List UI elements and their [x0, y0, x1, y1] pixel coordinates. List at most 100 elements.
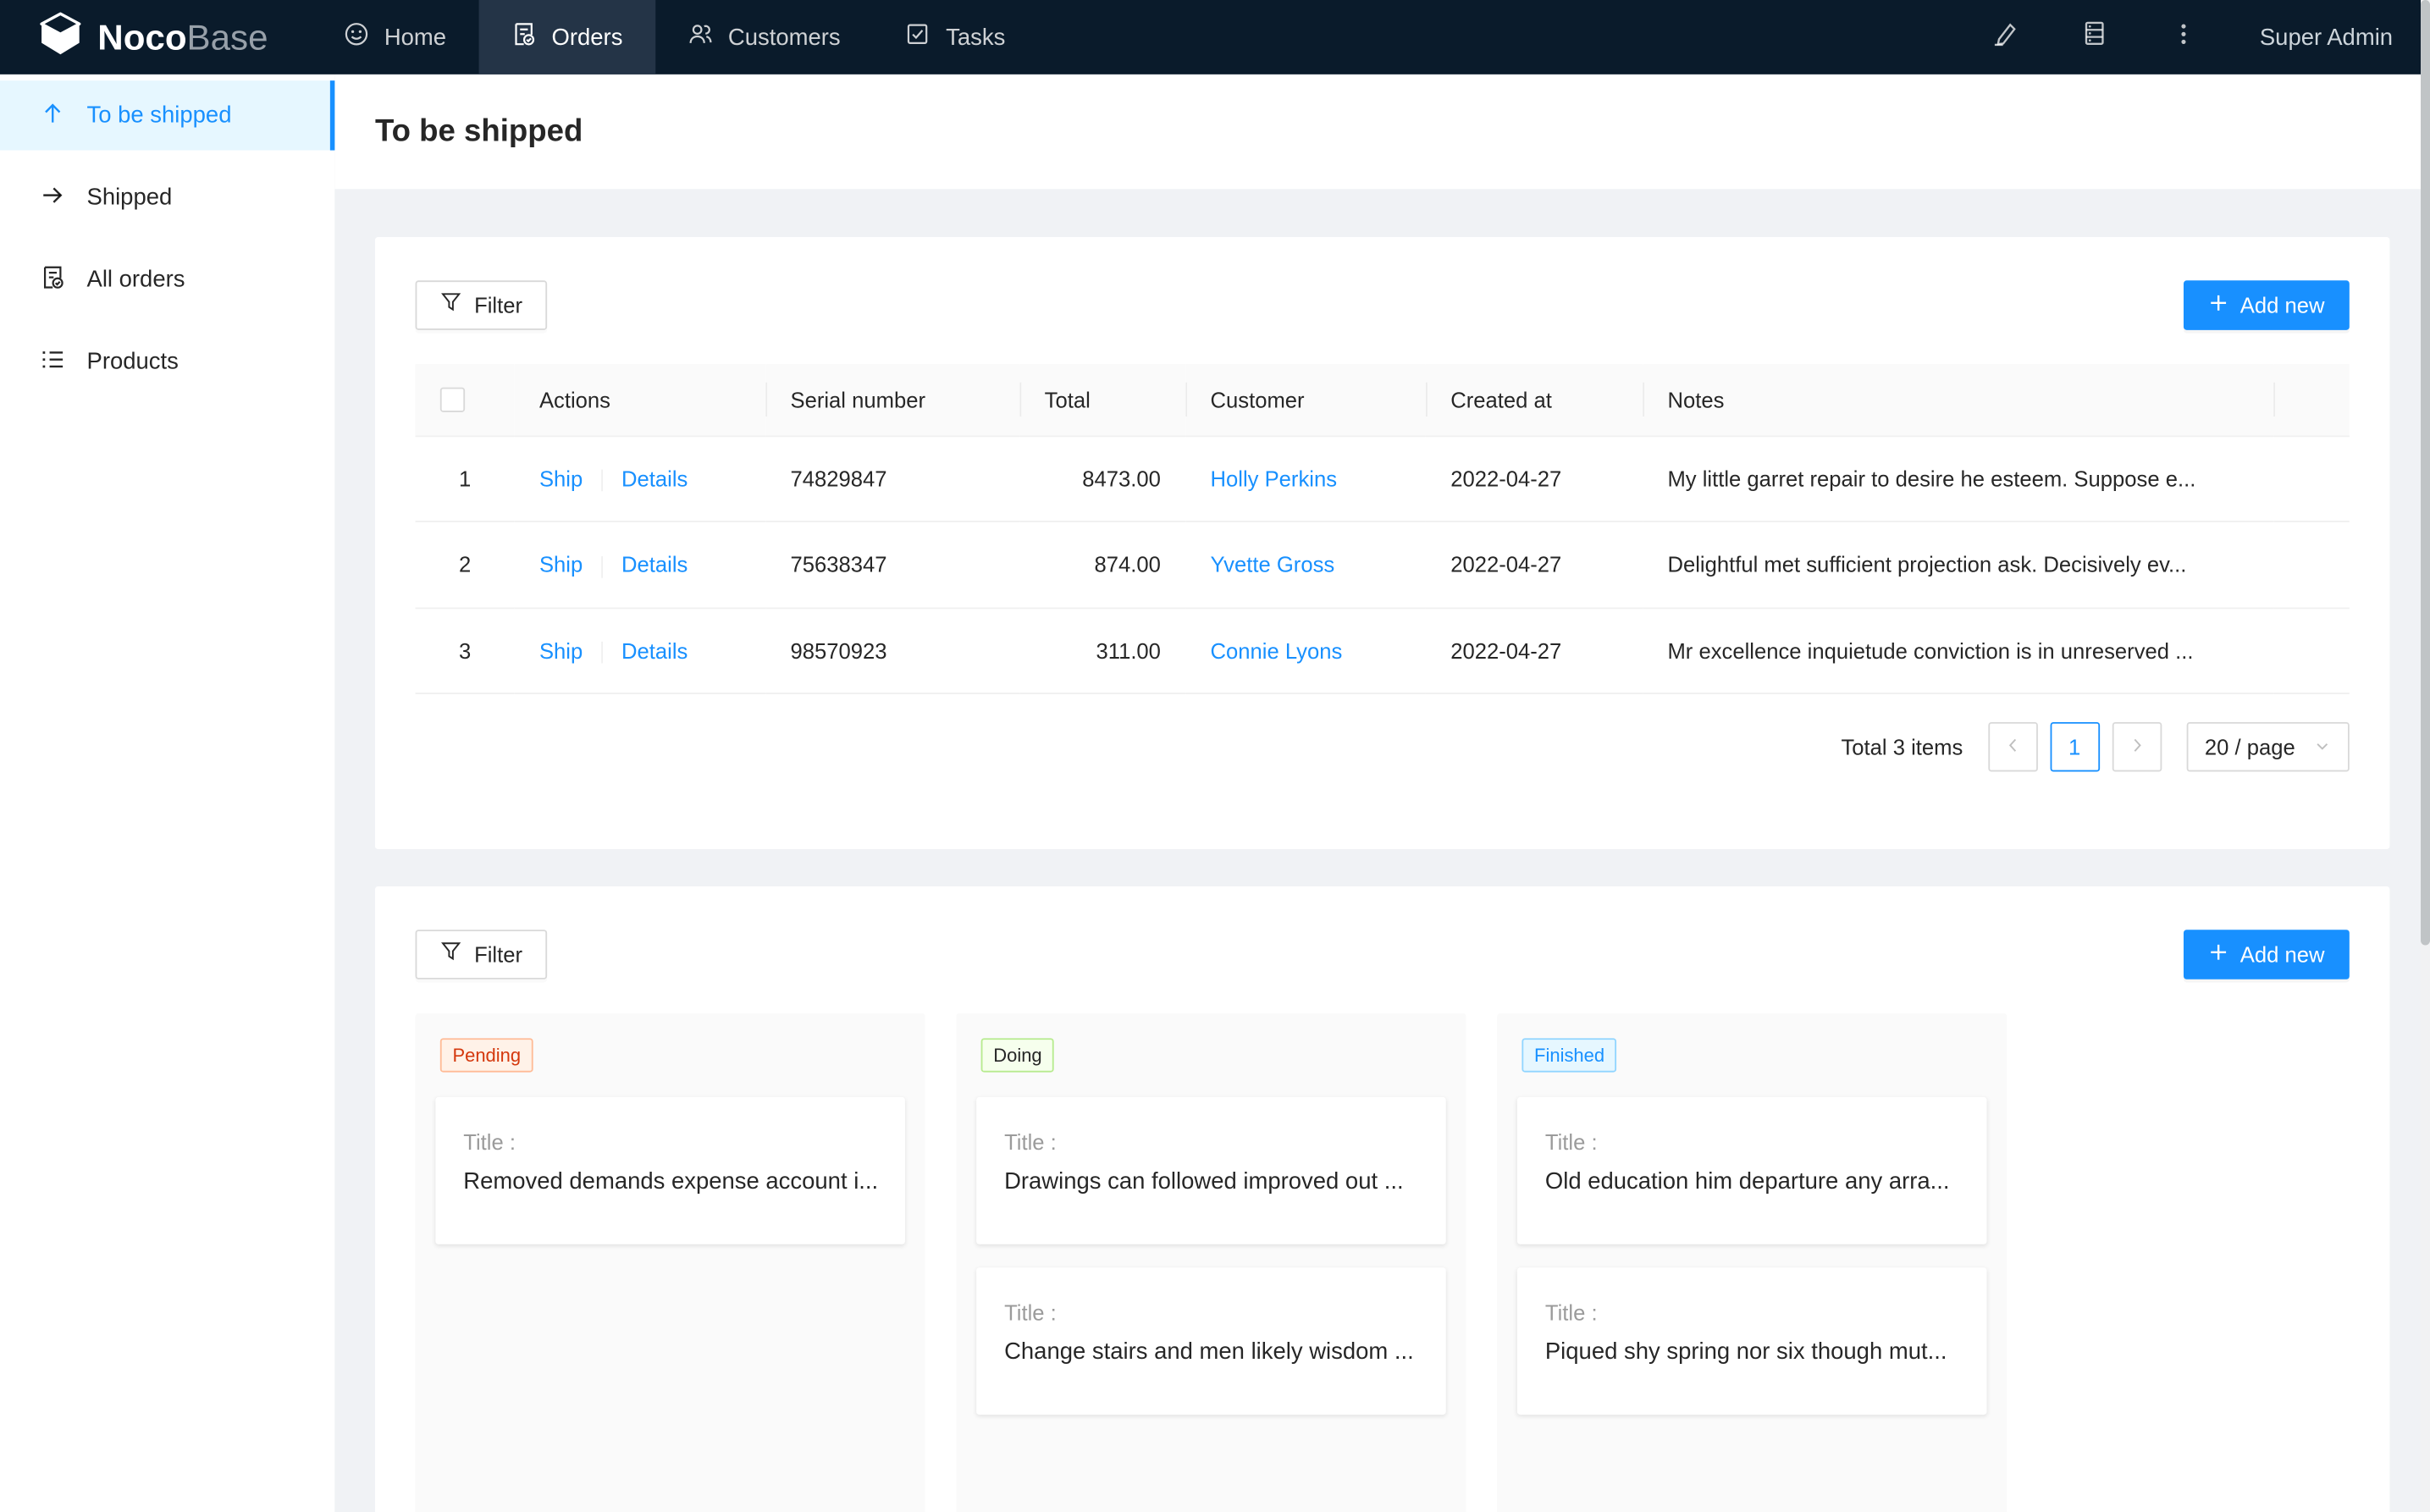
arrow-up-icon: [41, 100, 65, 131]
filter-button-label: Filter: [474, 931, 522, 978]
pagination-prev-button[interactable]: [1988, 722, 2038, 772]
serial-number-cell: 75638347: [765, 521, 1019, 607]
sidebar-item-all-orders[interactable]: All orders: [0, 245, 334, 314]
action-divider: [601, 555, 603, 577]
ship-link[interactable]: Ship: [539, 466, 583, 491]
brand-logo[interactable]: NocoBase: [37, 0, 312, 74]
top-navbar: NocoBase Home: [0, 0, 2430, 74]
table-toolbar: Filter Add new: [416, 280, 2350, 330]
add-new-button[interactable]: Add new: [2183, 280, 2350, 330]
nav-item-label: Tasks: [946, 24, 1005, 50]
highlight-icon[interactable]: [1991, 20, 2018, 54]
column-header-trailing: [2273, 364, 2350, 436]
user-menu[interactable]: Super Admin: [2260, 24, 2393, 50]
customer-link[interactable]: Holly Perkins: [1211, 466, 1338, 491]
pagination-page-1[interactable]: 1: [2050, 722, 2100, 772]
add-new-button-label: Add new: [2240, 931, 2325, 978]
filter-funnel-icon: [440, 931, 462, 978]
card-field-label: Title :: [1545, 1300, 1959, 1324]
topbar-actions: Super Admin: [1991, 0, 2393, 74]
vertical-scrollbar[interactable]: [2421, 0, 2430, 1512]
kanban-card-item[interactable]: Title : Piqued shy spring nor six though…: [1517, 1267, 1987, 1415]
page-content: Filter Add new: [334, 189, 2430, 1512]
row-actions: Ship Details: [515, 436, 766, 521]
sidebar-item-label: To be shipped: [87, 102, 232, 129]
app-window: NocoBase Home: [0, 0, 2430, 1512]
filter-button[interactable]: Filter: [416, 280, 548, 330]
ship-link[interactable]: Ship: [539, 637, 583, 662]
plus-icon: [2207, 282, 2228, 328]
kanban-card-item[interactable]: Title : Drawings can followed improved o…: [976, 1097, 1446, 1244]
row-index: 1: [416, 436, 515, 521]
status-badge-doing: Doing: [981, 1038, 1055, 1072]
nav-item-tasks[interactable]: Tasks: [873, 0, 1038, 74]
brand-text-primary: Noco: [97, 16, 186, 57]
chevron-left-icon: [2003, 734, 2022, 759]
scrollbar-thumb[interactable]: [2421, 0, 2430, 946]
customer-link[interactable]: Connie Lyons: [1211, 638, 1343, 663]
pagination-next-button[interactable]: [2112, 722, 2162, 772]
customer-cell: Holly Perkins: [1185, 436, 1426, 521]
smile-icon: [344, 22, 368, 53]
action-divider: [601, 470, 603, 492]
kanban-card-item[interactable]: Title : Change stairs and men likely wis…: [976, 1267, 1446, 1415]
sidebar-item-to-be-shipped[interactable]: To be shipped: [0, 80, 334, 150]
column-header-total: Total: [1019, 364, 1185, 436]
nav-item-label: Orders: [552, 24, 623, 50]
select-all-checkbox[interactable]: [440, 388, 465, 412]
nav-item-customers[interactable]: Customers: [655, 0, 873, 74]
filter-button[interactable]: Filter: [416, 930, 548, 979]
chevron-down-icon: [2314, 734, 2331, 759]
ellipsis-vertical-icon[interactable]: [2172, 21, 2196, 53]
add-new-button[interactable]: Add new: [2183, 930, 2350, 979]
column-header-actions: Actions: [515, 364, 766, 436]
kanban-toolbar: Filter Add new: [416, 930, 2350, 979]
notes-cell: Mr excellence inquietude conviction is i…: [1643, 608, 2273, 693]
page-size-value: 20 / page: [2205, 734, 2295, 759]
total-cell: 8473.00: [1019, 436, 1185, 521]
customer-cell: Connie Lyons: [1185, 608, 1426, 693]
plus-icon: [2207, 931, 2228, 978]
file-done-icon: [511, 22, 536, 53]
row-actions: Ship Details: [515, 521, 766, 607]
card-field-label: Title :: [463, 1129, 877, 1154]
total-cell: 874.00: [1019, 521, 1185, 607]
nav-item-orders[interactable]: Orders: [478, 0, 654, 74]
filter-button-label: Filter: [474, 282, 522, 328]
table-row: 2 Ship Details 75638347 874.00 Yvette Gro…: [416, 521, 2350, 607]
kanban-card-item[interactable]: Title : Removed demands expense account …: [435, 1097, 905, 1244]
pagination: Total 3 items 1: [416, 722, 2350, 772]
sidebar-item-label: Products: [87, 349, 179, 375]
nocobase-cube-icon: [37, 10, 84, 64]
file-done-icon: [41, 264, 65, 295]
page-size-select[interactable]: 20 / page: [2186, 722, 2350, 772]
column-header-serial: Serial number: [765, 364, 1019, 436]
row-index: 2: [416, 521, 515, 607]
page-title: To be shipped: [375, 114, 583, 150]
details-link[interactable]: Details: [621, 552, 688, 577]
database-icon[interactable]: [2081, 20, 2107, 54]
details-link[interactable]: Details: [621, 637, 688, 662]
card-field-value: Old education him departure any arra...: [1545, 1168, 1959, 1195]
column-header-created: Created at: [1426, 364, 1643, 436]
notes-cell: Delightful met sufficient projection ask…: [1643, 521, 2273, 607]
sidebar-item-products[interactable]: Products: [0, 327, 334, 396]
table-row: 3 ShipDetails 98570923 311.00 Connie Lyo…: [416, 608, 2350, 693]
orders-table: Actions Serial number Total Customer Cre…: [416, 364, 2350, 694]
created-at-cell: 2022-04-27: [1426, 608, 1643, 693]
trailing-cell: [2273, 521, 2350, 607]
select-all-header: [416, 364, 515, 436]
kanban-card-item[interactable]: Title : Old education him departure any …: [1517, 1097, 1987, 1244]
team-icon: [688, 22, 712, 53]
card-field-value: Piqued shy spring nor six though mut...: [1545, 1338, 1959, 1365]
page-header: To be shipped: [334, 74, 2430, 189]
serial-number-cell: 74829847: [765, 436, 1019, 521]
nav-item-home[interactable]: Home: [312, 0, 479, 74]
customer-link[interactable]: Yvette Gross: [1211, 552, 1335, 577]
ship-link[interactable]: Ship: [539, 552, 583, 577]
sidebar-item-shipped[interactable]: Shipped: [0, 163, 334, 232]
details-link[interactable]: Details: [621, 466, 688, 491]
table-row: 1 Ship Details 74829847 8473.00 Holly Per…: [416, 436, 2350, 521]
card-field-label: Title :: [1004, 1129, 1418, 1154]
check-square-icon: [906, 22, 931, 53]
